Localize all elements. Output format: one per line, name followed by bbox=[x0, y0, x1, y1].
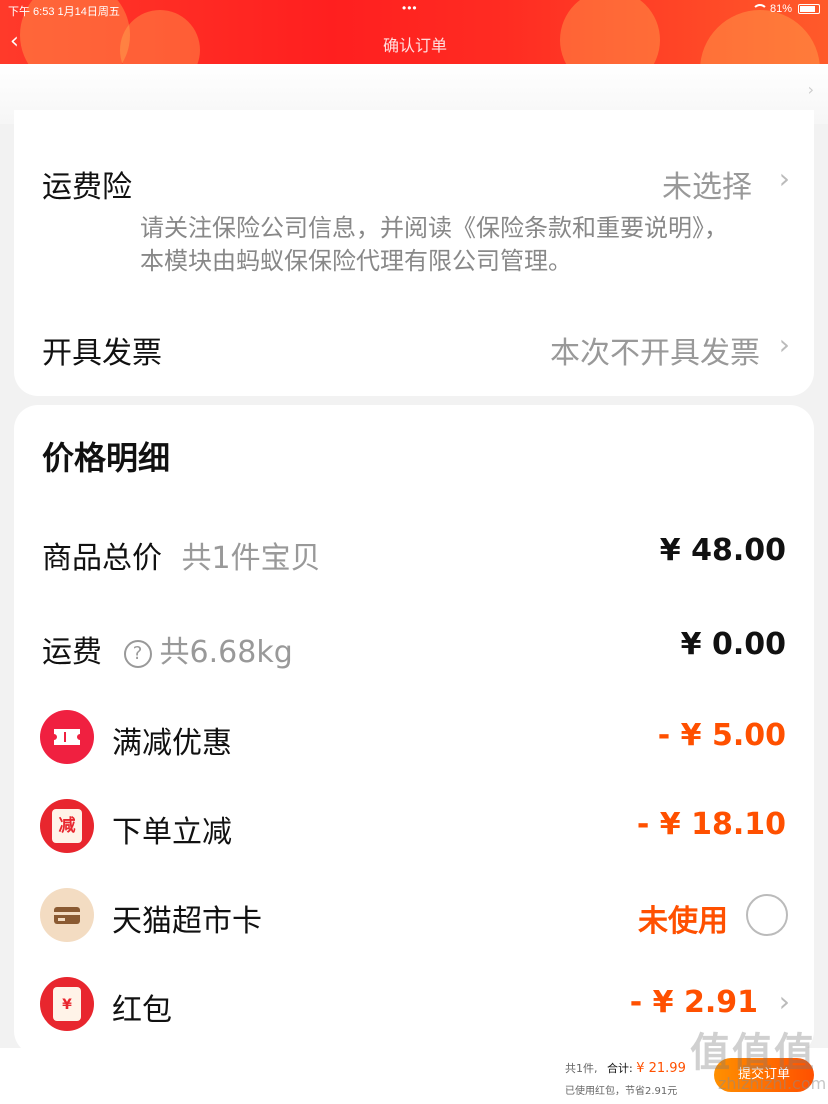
multitask-dots[interactable]: ••• bbox=[402, 1, 418, 15]
goods-count: 共1件宝贝 bbox=[181, 541, 321, 576]
status-bar: 下午 6:53 1月14日周五 ••• 81% bbox=[0, 0, 828, 20]
wifi-icon bbox=[751, 4, 768, 14]
goods-total-value: ¥ 48.00 bbox=[659, 533, 786, 568]
tmall-card-radio[interactable] bbox=[746, 894, 788, 936]
order-discount-value: - ¥ 18.10 bbox=[636, 807, 786, 842]
invoice-value: 本次不开具发票 bbox=[550, 336, 760, 371]
chevron-right-icon: › bbox=[778, 162, 790, 195]
insurance-note: 请关注保险公司信息，并阅读《保险条款和重要说明》，本模块由蚂蚁保保险代理有限公司… bbox=[140, 214, 728, 275]
battery-percent: 81% bbox=[769, 3, 792, 15]
discount-icon-text: 减 bbox=[52, 809, 82, 843]
tmall-card-label: 天猫超市卡 bbox=[112, 904, 262, 939]
red-packet-icon: ¥ bbox=[40, 977, 94, 1031]
back-icon[interactable]: ‹ bbox=[10, 31, 30, 53]
chevron-right-icon: › bbox=[778, 985, 790, 1018]
battery-icon bbox=[798, 4, 820, 14]
total-value: ¥ 21.99 bbox=[636, 1061, 686, 1076]
goods-total-label: 商品总价 共1件宝贝 bbox=[42, 533, 321, 577]
goods-total-label-text: 商品总价 bbox=[42, 541, 162, 576]
chevron-right-icon: › bbox=[807, 80, 814, 99]
used-info: 已使用红包，节省2.91元 bbox=[565, 1086, 678, 1097]
red-packet-icon-text: ¥ bbox=[53, 987, 81, 1021]
watermark-url: zhizhizhi.com bbox=[718, 1074, 827, 1093]
page-title: 确认订单 bbox=[382, 36, 447, 55]
total-label: 合计: bbox=[607, 1062, 633, 1075]
status-time: 下午 6:53 1月14日周五 bbox=[8, 6, 120, 18]
red-packet-label: 红包 bbox=[112, 993, 172, 1028]
status-right: 81% bbox=[751, 3, 820, 15]
section-title: 价格明细 bbox=[42, 439, 171, 477]
help-icon[interactable]: ? bbox=[123, 639, 152, 668]
discount-icon: 减 bbox=[40, 799, 94, 853]
coupon-icon bbox=[40, 710, 94, 764]
tmall-card-value: 未使用 bbox=[638, 904, 728, 939]
invoice-label: 开具发票 bbox=[42, 336, 162, 371]
card-icon bbox=[40, 888, 94, 942]
insurance-value: 未选择 bbox=[662, 170, 752, 205]
order-discount-label: 下单立减 bbox=[112, 815, 232, 850]
total-summary: 共1件, 合计: ¥ 21.99 bbox=[565, 1060, 686, 1076]
full-discount-label: 满减优惠 bbox=[112, 726, 232, 761]
wallet-card-icon bbox=[54, 907, 80, 924]
chevron-right-icon: › bbox=[778, 328, 790, 361]
full-discount-value: - ¥ 5.00 bbox=[657, 718, 786, 753]
insurance-label: 运费险 bbox=[42, 170, 132, 205]
ticket-icon bbox=[54, 729, 80, 745]
price-detail-card: 价格明细 商品总价 共1件宝贝 ¥ 48.00 运费 ? 共6.68kg ¥ 0.… bbox=[14, 405, 814, 1055]
shipping-label: 运费 ? 共6.68kg bbox=[42, 627, 293, 671]
shipping-value: ¥ 0.00 bbox=[680, 627, 786, 662]
shipping-label-text: 运费 bbox=[42, 635, 102, 670]
watermark-logo: 值值值 bbox=[690, 1030, 816, 1076]
item-count: 共1件, bbox=[565, 1062, 598, 1075]
red-packet-value: - ¥ 2.91 bbox=[629, 985, 758, 1020]
shipping-weight: 共6.68kg bbox=[159, 635, 293, 670]
top-header: 下午 6:53 1月14日周五 ••• 81% ‹ 确认订单 bbox=[0, 0, 828, 64]
